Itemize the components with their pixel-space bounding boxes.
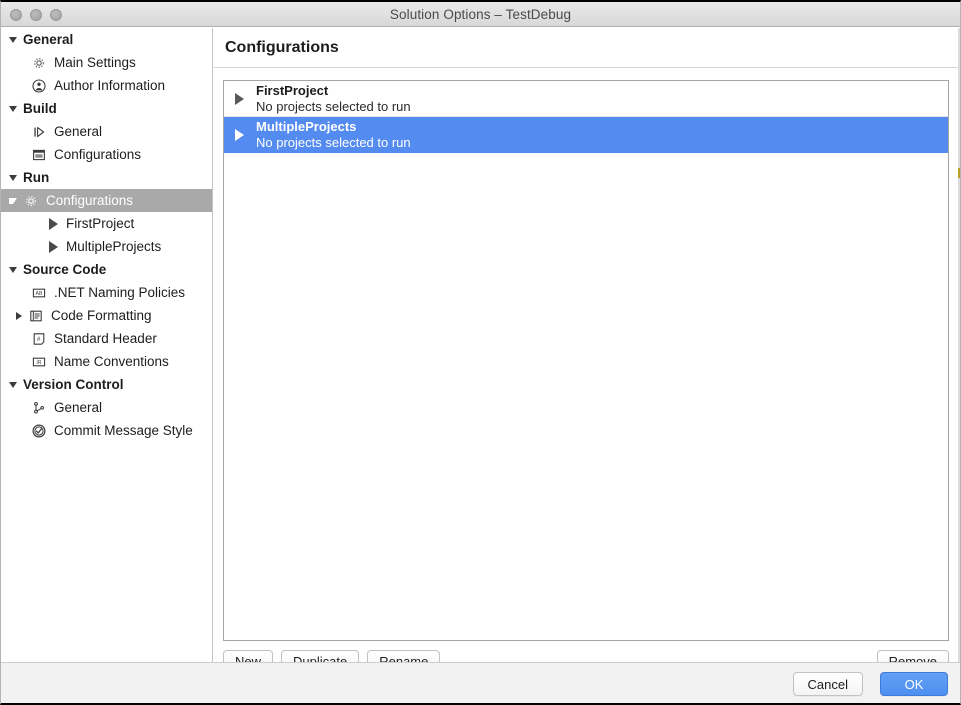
play-triangle-icon (49, 241, 58, 253)
sidebar-item-build-configurations[interactable]: Configurations (1, 143, 212, 166)
configuration-name: MultipleProjects (256, 119, 411, 135)
sidebar-item-label: FirstProject (66, 217, 134, 231)
main-content-pane: Configurations FirstProject No projects … (214, 28, 960, 662)
sidebar-item-net-naming-policies[interactable]: AB .NET Naming Policies (1, 281, 212, 304)
ab-box-icon: AB (31, 285, 47, 301)
pane-header: Configurations (214, 28, 960, 68)
sidebar-item-build-general[interactable]: General (1, 120, 212, 143)
sidebar-item-label: Configurations (54, 148, 141, 162)
sidebar-item-label: General (54, 125, 102, 139)
gear-icon (31, 55, 47, 71)
vertical-scrollbar[interactable] (958, 28, 960, 662)
sidebar-item-name-conventions[interactable]: iR Name Conventions (1, 350, 212, 373)
sidebar-group-source-code[interactable]: Source Code (1, 258, 212, 281)
sidebar-item-label: Code Formatting (51, 309, 152, 323)
close-button[interactable] (10, 9, 22, 21)
hash-box-icon: # (31, 331, 47, 347)
sidebar-group-run[interactable]: Run (1, 166, 212, 189)
svg-text:AB: AB (36, 291, 43, 297)
chevron-down-icon (9, 198, 17, 204)
configuration-subtitle: No projects selected to run (256, 99, 411, 115)
sidebar-item-code-formatting[interactable]: Code Formatting (1, 304, 212, 327)
list-item-text: FirstProject No projects selected to run (256, 83, 411, 115)
chevron-down-icon (9, 267, 17, 273)
play-triangle-icon (49, 218, 58, 230)
sidebar-item-label: Configurations (46, 194, 133, 208)
sidebar-item-firstproject[interactable]: FirstProject (1, 212, 212, 235)
sidebar-item-version-control-general[interactable]: General (1, 396, 212, 419)
sidebar-item-standard-header[interactable]: # Standard Header (1, 327, 212, 350)
window-box-icon (31, 147, 47, 163)
sidebar-item-label: Build (23, 102, 57, 116)
configuration-name: FirstProject (256, 83, 411, 99)
branch-icon (31, 400, 47, 416)
sidebar-item-label: Name Conventions (54, 355, 169, 369)
sidebar-group-version-control[interactable]: Version Control (1, 373, 212, 396)
sidebar-item-label: Commit Message Style (54, 424, 193, 438)
chevron-down-icon (9, 106, 17, 112)
configurations-list[interactable]: FirstProject No projects selected to run… (223, 80, 949, 641)
person-icon (31, 78, 47, 94)
ir-box-icon: iR (31, 354, 47, 370)
sidebar-item-main-settings[interactable]: Main Settings (1, 51, 212, 74)
sidebar-item-label: Standard Header (54, 332, 157, 346)
sidebar-item-run-configurations[interactable]: Configurations (1, 189, 212, 212)
sidebar-item-label: Author Information (54, 79, 165, 93)
sidebar-item-multipleprojects[interactable]: MultipleProjects (1, 235, 212, 258)
page-title: Configurations (225, 39, 339, 57)
dialog-footer-buttons: Cancel OK (793, 672, 948, 696)
chevron-down-icon (9, 382, 17, 388)
build-play-icon (31, 124, 47, 140)
cancel-button[interactable]: Cancel (793, 672, 863, 696)
sidebar-group-build[interactable]: Build (1, 97, 212, 120)
dialog-footer: Cancel OK (1, 662, 960, 703)
sidebar-group-general[interactable]: General (1, 28, 212, 51)
chevron-right-icon (16, 312, 22, 320)
sidebar-item-commit-message-style[interactable]: Commit Message Style (1, 419, 212, 442)
zoom-button[interactable] (50, 9, 62, 21)
minimize-button[interactable] (30, 9, 42, 21)
sidebar-item-label: General (23, 33, 73, 47)
list-item[interactable]: MultipleProjects No projects selected to… (224, 117, 948, 153)
solution-options-dialog: Solution Options – TestDebug General Mai… (0, 0, 961, 705)
sidebar-item-label: MultipleProjects (66, 240, 161, 254)
sidebar-item-label: .NET Naming Policies (54, 286, 185, 300)
chevron-down-icon (9, 37, 17, 43)
title-bar: Solution Options – TestDebug (1, 2, 960, 27)
sidebar-item-author-information[interactable]: Author Information (1, 74, 212, 97)
sidebar-item-label: Source Code (23, 263, 106, 277)
list-box-icon (28, 308, 44, 324)
settings-sidebar[interactable]: General Main Settings (1, 28, 213, 662)
svg-text:iR: iR (37, 360, 42, 366)
svg-text:#: # (37, 336, 41, 343)
play-triangle-icon[interactable] (235, 93, 244, 105)
scrollbar-marker (958, 168, 960, 178)
play-triangle-icon[interactable] (235, 129, 244, 141)
configuration-subtitle: No projects selected to run (256, 135, 411, 151)
list-item[interactable]: FirstProject No projects selected to run (224, 81, 948, 117)
window-title: Solution Options – TestDebug (1, 7, 960, 22)
sidebar-item-label: General (54, 401, 102, 415)
chevron-down-icon (9, 175, 17, 181)
sidebar-item-label: Main Settings (54, 56, 136, 70)
list-item-text: MultipleProjects No projects selected to… (256, 119, 411, 151)
sidebar-item-label: Version Control (23, 378, 124, 392)
check-circle-icon (31, 423, 47, 439)
sidebar-item-label: Run (23, 171, 49, 185)
gear-icon (23, 193, 39, 209)
ok-button[interactable]: OK (880, 672, 948, 696)
traffic-light-group (10, 2, 62, 27)
